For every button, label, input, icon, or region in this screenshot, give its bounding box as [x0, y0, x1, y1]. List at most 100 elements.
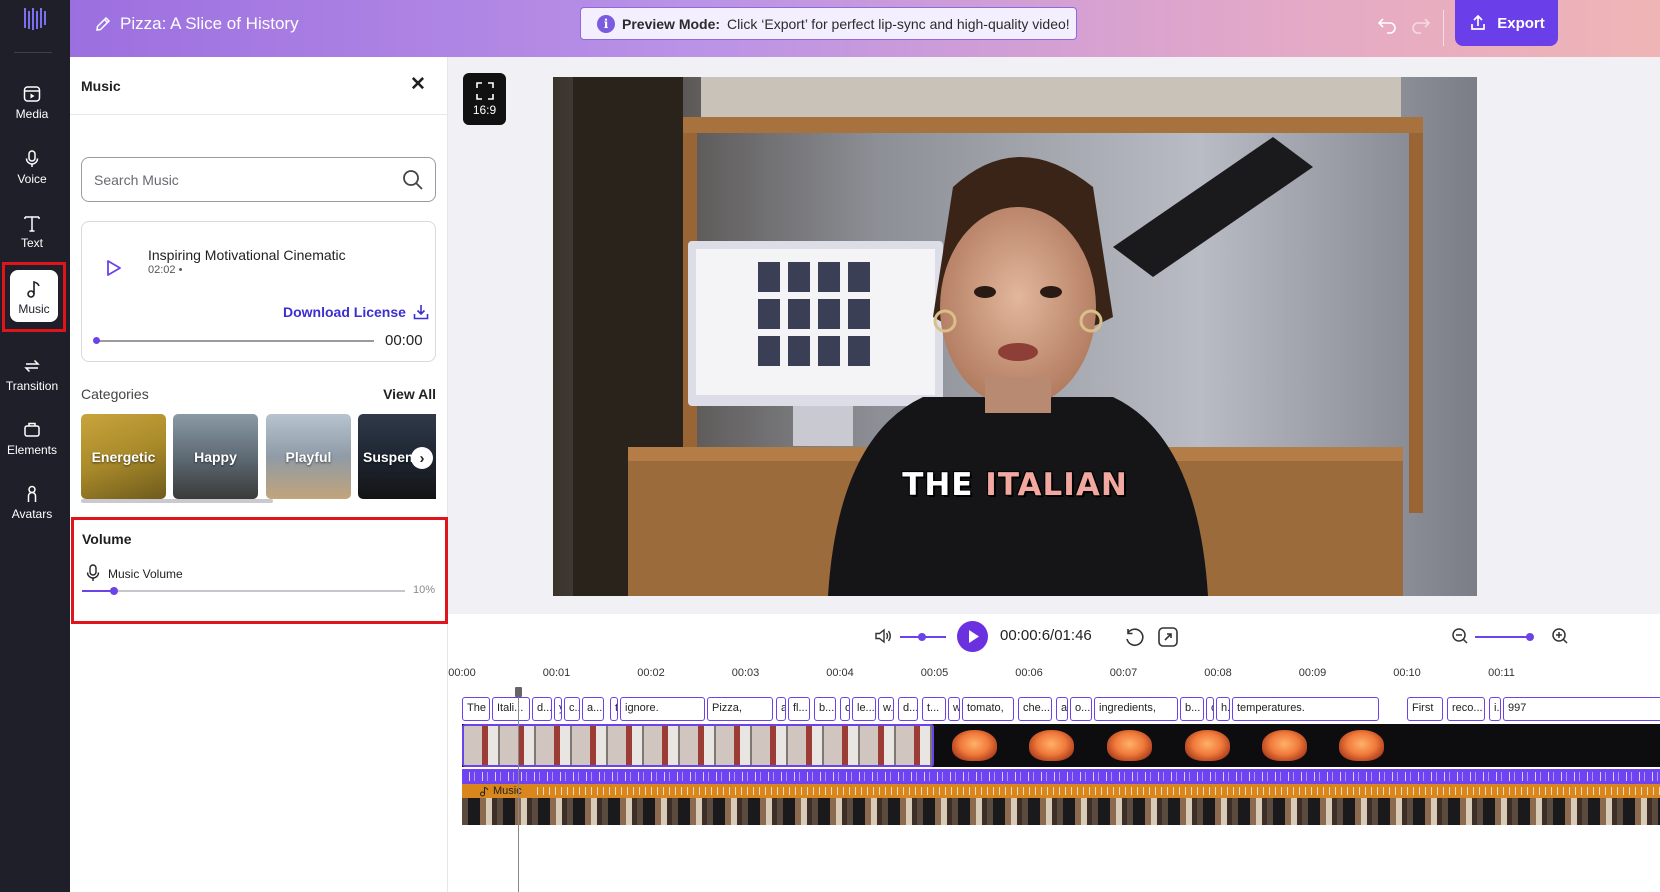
caption-words-track[interactable]: TheItali...d...yc...a...tignore.Pizza,af… [448, 697, 1660, 721]
volume-value: 10% [413, 584, 436, 596]
play-icon[interactable] [104, 258, 124, 278]
carousel-scrollbar[interactable] [81, 499, 273, 503]
time-tick: 00:00 [448, 667, 476, 679]
redo-icon[interactable] [1410, 13, 1432, 35]
rail-item-transition[interactable]: Transition [0, 356, 64, 414]
zoom-knob[interactable] [1526, 633, 1534, 641]
close-icon[interactable]: ✕ [408, 75, 428, 95]
undo-icon[interactable] [1376, 13, 1398, 35]
search-icon[interactable] [401, 168, 425, 192]
search-input[interactable] [94, 171, 384, 188]
caption-word-chip[interactable]: b... [1180, 697, 1204, 721]
rail-divider [14, 52, 52, 53]
caption-word-chip[interactable]: b... [814, 697, 836, 721]
avatar-video-track[interactable] [462, 798, 1660, 825]
caption-word-chip[interactable]: che... [1018, 697, 1052, 721]
zoom-out-icon[interactable] [1451, 627, 1469, 645]
caption-word-chip[interactable]: y [554, 697, 562, 721]
video-clips-track[interactable] [462, 724, 1660, 767]
category-card-playful[interactable]: Playful [266, 414, 351, 499]
caption-word-chip[interactable]: d... [532, 697, 552, 721]
music-note-icon [27, 280, 40, 298]
rail-item-voice[interactable]: Voice [0, 149, 64, 207]
caption-word-chip[interactable]: First [1407, 697, 1443, 721]
caption-word-chip[interactable]: t [610, 697, 618, 721]
app-window: Media Voice Text Music Transition Elemen… [0, 0, 1660, 892]
track-duration: 02:02 • [148, 264, 183, 276]
rail-item-elements[interactable]: Elements [0, 420, 64, 478]
track-card[interactable]: Inspiring Motivational Cinematic 02:02 •… [81, 221, 436, 362]
caption-word-chip[interactable]: temperatures. [1232, 697, 1379, 721]
expand-icon[interactable] [1157, 626, 1179, 648]
carousel-next-icon[interactable]: › [411, 447, 433, 469]
caption-word-chip[interactable]: w. [878, 697, 894, 721]
media-icon [23, 86, 41, 102]
caption-word-chip[interactable]: reco... [1447, 697, 1485, 721]
rail-item-media[interactable]: Media [0, 84, 64, 142]
caption-word-chip[interactable]: Itali... [492, 697, 530, 721]
caption-word-chip[interactable]: t... [922, 697, 946, 721]
aspect-ratio-button[interactable]: 16:9 [463, 73, 506, 125]
project-title[interactable]: Pizza: A Slice of History [120, 14, 299, 34]
caption-word-chip[interactable]: c... [564, 697, 580, 721]
caption-word-chip[interactable]: fl... [788, 697, 810, 721]
replay-icon[interactable] [1123, 626, 1145, 648]
voice-audio-track[interactable] [462, 769, 1660, 784]
play-button[interactable] [957, 621, 988, 652]
video-preview[interactable]: THE ITALIAN [553, 77, 1477, 596]
panel-header: Music ✕ [70, 57, 447, 115]
time-tick: 00:03 [731, 667, 760, 679]
time-tick: 00:10 [1393, 667, 1421, 679]
playback-volume-knob[interactable] [918, 633, 926, 641]
music-track[interactable]: Music [462, 784, 1660, 798]
clip-thumbnail [1185, 730, 1230, 761]
caption-highlight-word: ITALIAN [985, 467, 1128, 503]
time-ruler[interactable]: 00:00 00:01 00:02 00:03 00:04 00:05 00:06 00:07… [448, 659, 1660, 689]
text-icon [24, 216, 40, 232]
music-volume-slider[interactable] [82, 587, 405, 595]
view-all-link[interactable]: View All [383, 386, 436, 402]
project-title-wrap[interactable]: Pizza: A Slice of History [94, 14, 299, 34]
rail-item-avatars[interactable]: Avatars [0, 484, 64, 542]
caption-word-chip[interactable]: a [776, 697, 786, 721]
speaker-volume-icon[interactable] [873, 626, 893, 646]
caption-word-chip[interactable]: ignore. [620, 697, 705, 721]
download-license-link[interactable]: Download License [283, 303, 430, 321]
category-card-energetic[interactable]: Energetic [81, 414, 166, 499]
playhead[interactable] [515, 687, 522, 892]
panel-title: Music [81, 78, 121, 94]
export-button[interactable]: Export [1455, 0, 1558, 46]
caption-word-chip[interactable]: o... [1070, 697, 1092, 721]
track-progress-bar[interactable] [93, 337, 374, 344]
caption-word-chip[interactable]: o [1206, 697, 1214, 721]
category-card-happy[interactable]: Happy [173, 414, 258, 499]
zoom-in-icon[interactable] [1551, 627, 1569, 645]
banner-bold: Preview Mode: [622, 15, 721, 32]
caption-word-chip[interactable]: ingredients, [1094, 697, 1178, 721]
caption-word-chip[interactable]: d... [898, 697, 918, 721]
caption-word-chip[interactable]: i. [1489, 697, 1501, 721]
caption-word-chip[interactable]: a... [582, 697, 604, 721]
caption-word-chip[interactable]: h. [1216, 697, 1230, 721]
music-active-pill[interactable]: Music [10, 270, 58, 322]
caption-word-chip[interactable]: Pizza, [707, 697, 773, 721]
categories-label: Categories [81, 386, 149, 402]
info-icon: i [597, 14, 615, 33]
volume-knob[interactable] [110, 587, 118, 595]
caption-word-chip[interactable]: tomato, [962, 697, 1014, 721]
logo-icon[interactable] [21, 5, 49, 33]
rail-item-music[interactable]: Music [2, 262, 66, 332]
caption-word-chip[interactable]: o [840, 697, 850, 721]
playhead-handle[interactable] [515, 687, 522, 697]
caption-word-chip[interactable]: 997 [1503, 697, 1660, 721]
caption-word-chip[interactable]: a. [1056, 697, 1068, 721]
timeline[interactable]: 00:00 00:01 00:02 00:03 00:04 00:05 00:06 00:07… [448, 659, 1660, 892]
caption-word-chip[interactable]: le... [852, 697, 876, 721]
zoom-slider[interactable] [1475, 636, 1533, 638]
caption-word-chip[interactable]: w [948, 697, 960, 721]
clip-pizza-oven[interactable] [936, 724, 1402, 767]
clip-pizza-table[interactable] [462, 724, 934, 767]
audio-waveform [462, 772, 1660, 781]
caption-word-chip[interactable]: The [462, 697, 490, 721]
track-progress-knob[interactable] [93, 337, 100, 344]
